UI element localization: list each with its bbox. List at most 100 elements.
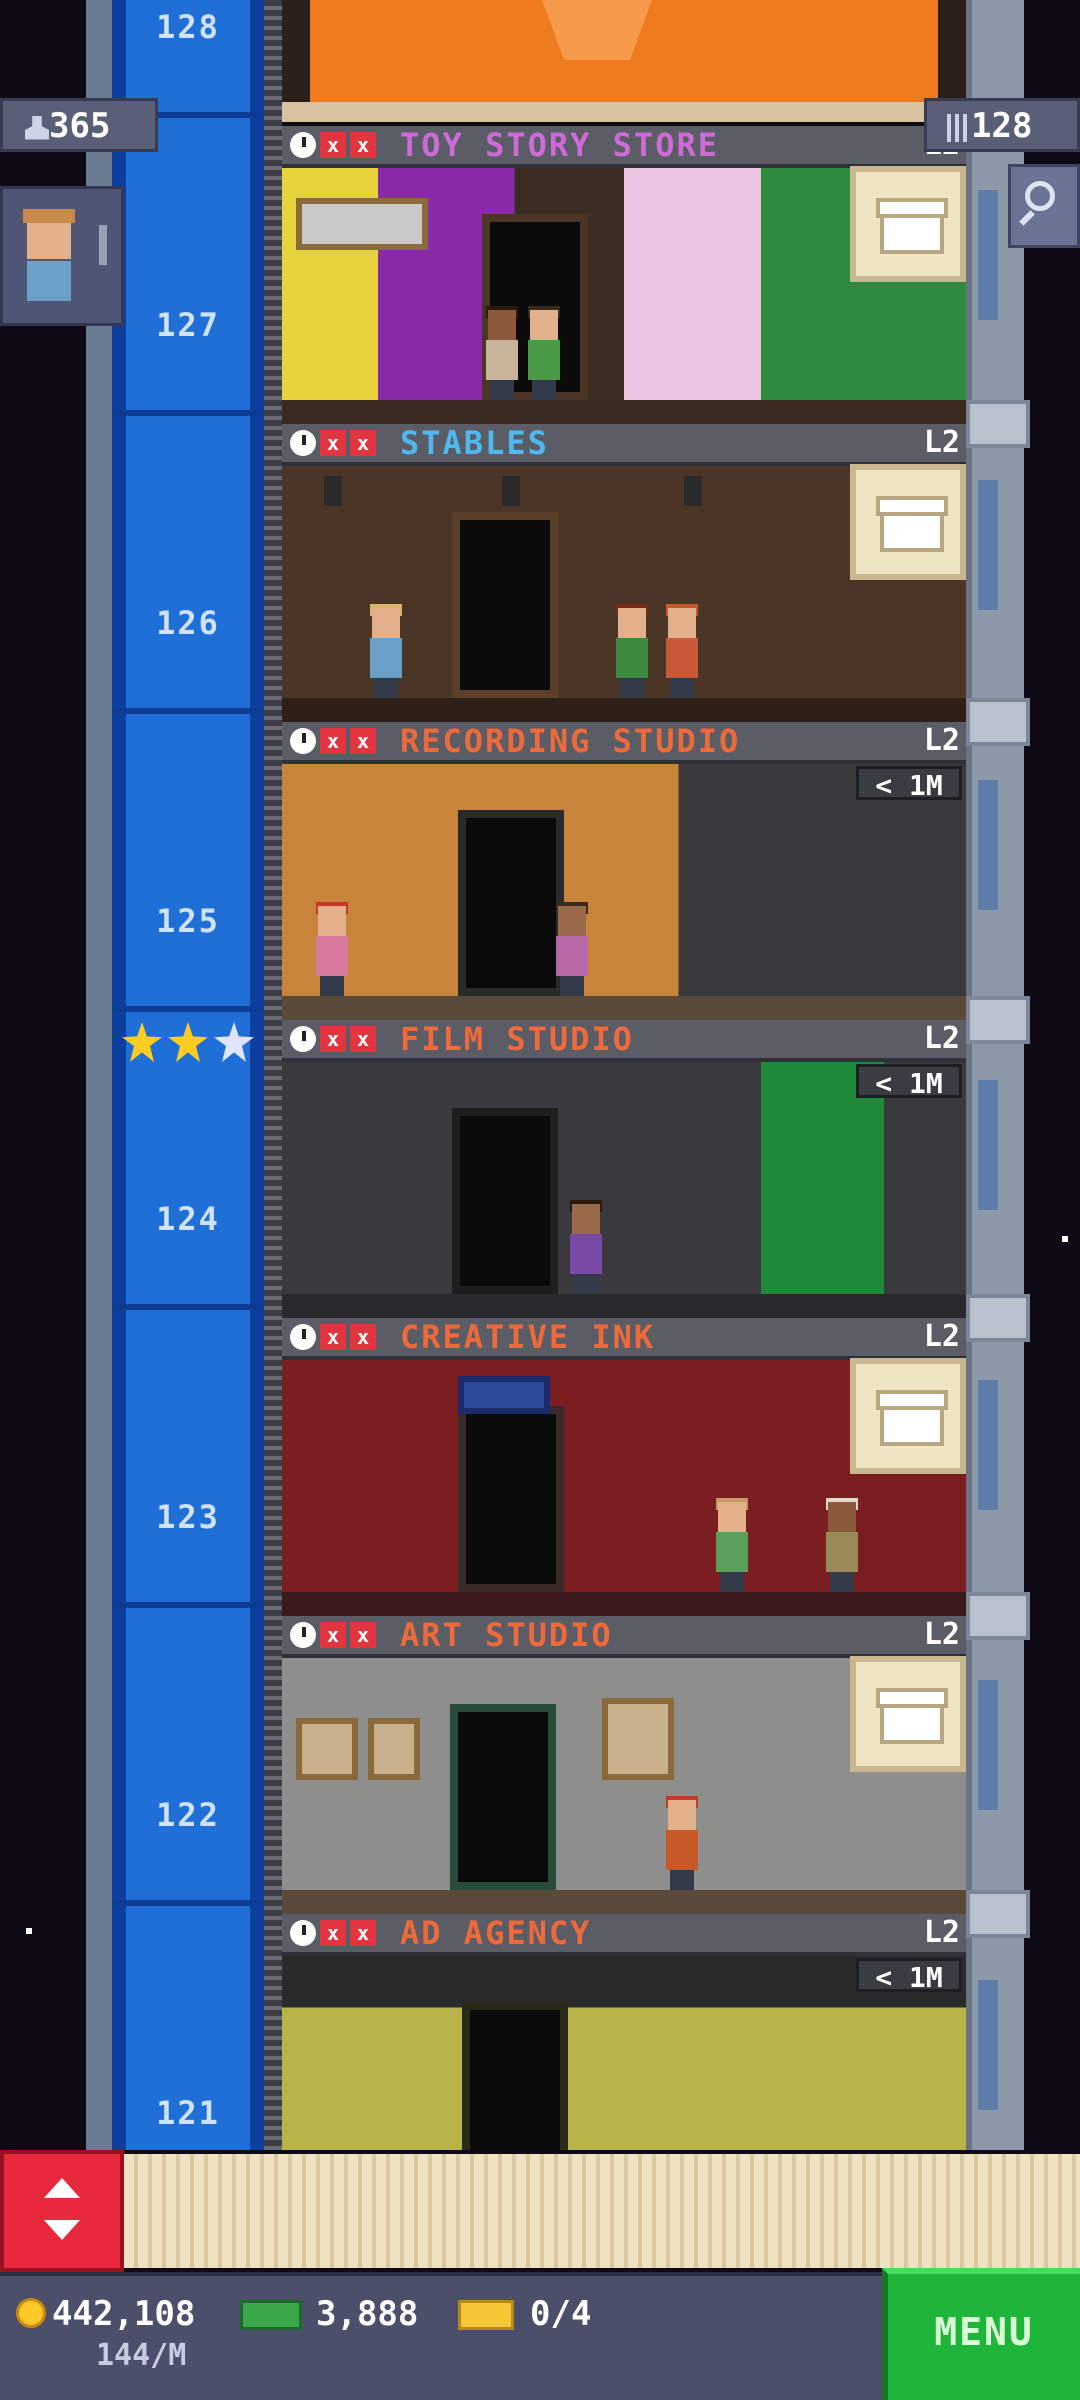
side-window	[978, 190, 998, 320]
room-door	[458, 810, 564, 996]
upgrade-price-tag[interactable]: < 1M	[856, 1958, 962, 1994]
bitizen-avatar-button[interactable]	[0, 186, 124, 326]
population-counter[interactable]: 365	[0, 98, 158, 152]
resident-figure[interactable]	[822, 1498, 862, 1592]
column-cap	[966, 698, 1030, 746]
resident-figure[interactable]	[524, 306, 564, 400]
empty-slot-icon: x	[350, 1026, 376, 1052]
floor-number: 121	[156, 2094, 220, 2132]
room-door	[462, 2002, 568, 2150]
empty-slot-icon: x	[320, 430, 346, 456]
elevator-shaft[interactable]: 128 127 126 125 124 123 122 121	[112, 0, 264, 2150]
elevator-button[interactable]	[0, 2150, 124, 2272]
search-icon-handle	[1019, 210, 1035, 226]
alert-icon	[99, 225, 107, 265]
floor-film-studio[interactable]: xx FILM STUDIO L2 < 1M	[282, 1020, 966, 1320]
shaft-floor-divider	[112, 1602, 264, 1608]
floor-header: xx STABLES L2	[282, 424, 966, 466]
empty-slot-icon: x	[320, 1026, 346, 1052]
room-door	[452, 1108, 558, 1294]
floor-number: 127	[156, 306, 220, 344]
clock-icon	[290, 1026, 316, 1052]
gold-star-icon	[122, 1022, 162, 1062]
restock-crate-button[interactable]	[850, 1358, 966, 1474]
floor-level: L2	[923, 425, 960, 460]
floor-level: L2	[923, 1617, 960, 1652]
toy-sign	[296, 198, 428, 250]
floor-name: CREATIVE INK	[400, 1318, 656, 1356]
floor-level: L2	[923, 1915, 960, 1950]
top-floor-room[interactable]	[282, 0, 966, 108]
empty-slot-icon: x	[320, 1622, 346, 1648]
floor-counter[interactable]: 128	[924, 98, 1080, 152]
floor-ad-agency[interactable]: xx AD AGENCY L2 < 1M	[282, 1914, 966, 2150]
empty-slot-icon: x	[350, 728, 376, 754]
floor-art-studio[interactable]: xx ART STUDIO L2	[282, 1616, 966, 1916]
search-button[interactable]	[1008, 164, 1080, 248]
clock-icon	[290, 1920, 316, 1946]
floor-name: AD AGENCY	[400, 1914, 592, 1952]
floor-rating-stars	[122, 1022, 254, 1062]
empty-slot-icon: x	[320, 1920, 346, 1946]
upgrade-price-tag[interactable]: < 1M	[856, 766, 962, 802]
upgrade-price-tag[interactable]: < 1M	[856, 1064, 962, 1100]
clock-icon	[290, 1324, 316, 1350]
resident-figure[interactable]	[662, 1796, 702, 1890]
floor-recording-studio[interactable]: xx RECORDING STUDIO L2 < 1M	[282, 722, 966, 1022]
room-door	[452, 512, 558, 698]
clock-icon	[290, 430, 316, 456]
column-cap	[966, 1294, 1030, 1342]
floor-number: 125	[156, 902, 220, 940]
resident-figure[interactable]	[566, 1200, 606, 1294]
resident-figure[interactable]	[552, 902, 592, 996]
search-icon	[1025, 181, 1055, 211]
painting	[296, 1718, 358, 1780]
shaft-floor-divider	[112, 1006, 264, 1012]
room-floor	[282, 1592, 966, 1618]
room-door	[450, 1704, 556, 1890]
shaft-floor-divider	[112, 410, 264, 416]
clock-icon	[290, 728, 316, 754]
floor-stables[interactable]: xx STABLES L2	[282, 424, 966, 724]
empty-slot-icon: x	[320, 132, 346, 158]
news-ticker[interactable]	[124, 2154, 1080, 2268]
lamp	[502, 476, 520, 506]
restock-crate-button[interactable]	[850, 1656, 966, 1772]
room-floor	[282, 1294, 966, 1320]
side-window	[978, 780, 998, 910]
resident-figure[interactable]	[482, 306, 522, 400]
coin-rate: 144/M	[96, 2338, 187, 2373]
resident-figure[interactable]	[712, 1498, 752, 1592]
resident-figure[interactable]	[612, 604, 652, 698]
resident-figure[interactable]	[312, 902, 352, 996]
side-window	[978, 1680, 998, 1810]
empty-slot-icon: x	[350, 1324, 376, 1350]
side-window	[978, 1380, 998, 1510]
room-floor	[282, 1890, 966, 1916]
star-speck	[26, 1928, 32, 1934]
empty-slot-icon: x	[350, 132, 376, 158]
bux-icon	[240, 2300, 302, 2330]
restock-crate-button[interactable]	[850, 464, 966, 580]
empty-slot-icon: x	[350, 1622, 376, 1648]
shaft-floor-divider	[112, 708, 264, 714]
resident-figure[interactable]	[366, 604, 406, 698]
floor-number: 123	[156, 1498, 220, 1536]
shaft-floor-divider	[112, 1900, 264, 1906]
floor-name: ART STUDIO	[400, 1616, 613, 1654]
resident-figure[interactable]	[662, 604, 702, 698]
room-door	[458, 1406, 564, 1592]
restock-crate-button[interactable]	[850, 166, 966, 282]
floor-toy-story-store[interactable]: xx TOY STORY STORE L2	[282, 126, 966, 426]
avatar-hair	[23, 209, 75, 223]
floor-header: xx RECORDING STUDIO L2	[282, 722, 966, 764]
building-right-wall	[966, 0, 1024, 2150]
floor-count-value: 128	[971, 106, 1033, 146]
room-interior	[282, 764, 966, 1022]
room-floor	[282, 400, 966, 426]
side-window	[978, 1080, 998, 1210]
column-cap	[966, 996, 1030, 1044]
menu-button[interactable]: MENU	[882, 2268, 1080, 2400]
floor-header: xx CREATIVE INK L2	[282, 1318, 966, 1360]
floor-creative-ink[interactable]: xx CREATIVE INK L2	[282, 1318, 966, 1618]
